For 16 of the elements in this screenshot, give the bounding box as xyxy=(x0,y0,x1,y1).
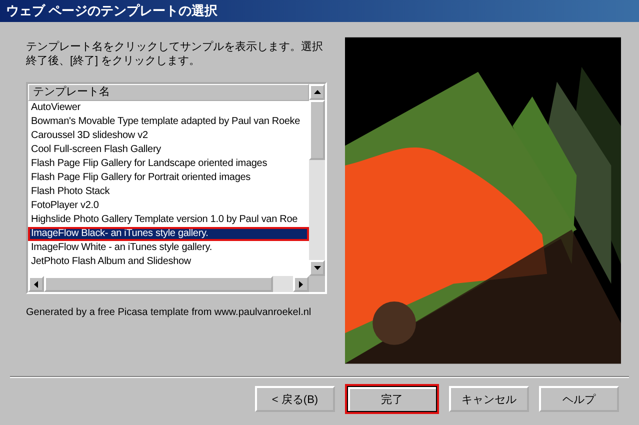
template-item[interactable]: ImageFlow Black- an iTunes style gallery. xyxy=(28,227,309,241)
horizontal-scrollbar[interactable] xyxy=(28,276,309,292)
left-arrow-icon xyxy=(34,280,38,288)
column-header[interactable]: テンプレート名 xyxy=(28,84,309,101)
right-arrow-icon xyxy=(299,280,303,288)
credit-text: Generated by a free Picasa template from www.paulvanroekel.nl xyxy=(26,306,312,319)
dialog-button[interactable]: ヘルプ xyxy=(539,386,619,412)
up-arrow-icon xyxy=(314,90,320,94)
dialog-button[interactable]: 完了 xyxy=(345,384,439,414)
scrollbar-corner xyxy=(309,276,325,292)
vertical-scrollbar[interactable] xyxy=(309,84,325,276)
dialog-button[interactable]: キャンセル xyxy=(449,386,529,412)
instruction-text: テンプレート名をクリックしてサンプルを表示します。選択終了後、[終了] をクリックします。 xyxy=(26,40,324,69)
down-arrow-icon xyxy=(314,266,320,270)
window-title: ウェブ ページのテンプレートの選択 xyxy=(0,0,639,22)
dialog-button[interactable]: < 戻る(B) xyxy=(255,386,335,412)
